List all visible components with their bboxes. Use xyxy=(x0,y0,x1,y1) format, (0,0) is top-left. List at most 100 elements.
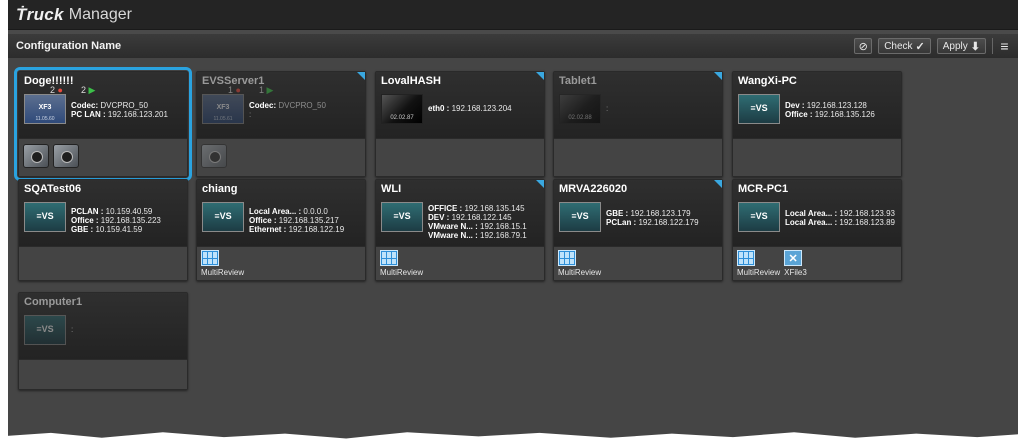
network-interface: Dev : 192.168.123.128 xyxy=(785,101,875,110)
check-button[interactable]: Check ✓ xyxy=(878,38,931,54)
device-card-header: MRVA226020 ≡VS GBE : 192.168.123.179 PCLan … xyxy=(554,180,722,246)
device-card-apps: MultiReview xyxy=(197,246,365,280)
device-card[interactable]: Tablet1 02.02.88: xyxy=(553,71,723,177)
evs-pc-thumbnail: ≡VS xyxy=(381,202,423,232)
device-card-header: SQATest06 ≡VS PCLAN : 10.159.40.59 Office :… xyxy=(19,180,187,246)
device-card[interactable]: LovalHASH 02.02.87 eth0 : 192.168.123.204 xyxy=(375,71,545,177)
thumbnail-version: 11.05.61 xyxy=(213,116,233,122)
device-card[interactable]: chiang ≡VS Local Area... : 0.0.0.0 Office :… xyxy=(196,179,366,281)
device-card[interactable]: Doge!!!!!! XF3 11.05.60 2 ● 2 ▶ Codec: DVCPRO… xyxy=(14,67,192,181)
corner-indicator xyxy=(536,72,544,80)
device-network-info: Local Area... : 0.0.0.0 Office : 192.168.… xyxy=(249,207,344,234)
interface-address: 192.168.123.89 xyxy=(839,218,895,227)
error-dot-icon: ● xyxy=(57,85,63,95)
device-card-header: Computer1 ≡VS: xyxy=(19,293,187,359)
xt-server-icon[interactable] xyxy=(53,144,79,168)
multireview-app[interactable]: MultiReview xyxy=(558,250,601,277)
link-button[interactable]: ⊘ xyxy=(854,38,873,54)
device-card-apps xyxy=(19,246,187,280)
thumbnail-label: ≡VS xyxy=(750,211,768,221)
interface-address: 192.168.135.126 xyxy=(814,110,875,119)
device-status: 2 ● 2 ▶ xyxy=(50,85,95,96)
interface-name: GBE : xyxy=(71,225,96,234)
app-label: MultiReview xyxy=(737,268,781,277)
interface-address: DVCPRO_50 xyxy=(100,101,148,110)
network-interface: DEV : 192.168.122.145 xyxy=(428,213,527,222)
interface-name: Office : xyxy=(71,216,101,225)
app-title: Manager xyxy=(68,5,132,23)
multireview-app[interactable]: MultiReview xyxy=(380,250,423,277)
error-dot-icon: ● xyxy=(235,85,241,95)
link-icon: ⊘ xyxy=(858,40,868,53)
interface-name: Ethernet : xyxy=(249,225,289,234)
xfile3-icon: ✕ xyxy=(784,250,803,266)
apply-button[interactable]: Apply ⬇ xyxy=(936,38,986,54)
interface-name: OFFICE : xyxy=(428,204,465,213)
device-card-apps: MultiReview ✕ XFile3 xyxy=(733,246,901,280)
device-card[interactable]: SQATest06 ≡VS PCLAN : 10.159.40.59 Office :… xyxy=(18,179,188,281)
interface-name: PC LAN : xyxy=(71,110,108,119)
device-name: chiang xyxy=(202,183,238,195)
interface-name: Local Area... : xyxy=(785,218,840,227)
device-card[interactable]: WLI ≡VS OFFICE : 192.168.135.145 DEV : 192.… xyxy=(375,179,545,281)
network-interface: Codec: DVCPRO_50 xyxy=(249,101,326,110)
interface-address: DVCPRO_50 xyxy=(278,101,326,110)
interface-name: Local Area... : xyxy=(785,209,840,218)
device-name: Tablet1 xyxy=(559,75,597,87)
interface-address: 192.168.123.128 xyxy=(806,101,867,110)
xfile3-app[interactable]: ✕ XFile3 xyxy=(784,250,807,277)
apply-button-label: Apply xyxy=(942,40,968,52)
xf3-server-thumbnail: XF3 11.05.61 xyxy=(202,94,244,124)
error-count: 1 ● xyxy=(228,85,241,95)
evs-pc-thumbnail: ≡VS xyxy=(738,94,780,124)
device-card-header: WLI ≡VS OFFICE : 192.168.135.145 DEV : 192.… xyxy=(376,180,544,246)
interface-name: GBE : xyxy=(606,209,631,218)
network-interface: OFFICE : 192.168.135.145 xyxy=(428,204,527,213)
network-interface: PCLan : 192.168.122.179 xyxy=(606,218,699,227)
device-name: Computer1 xyxy=(24,296,83,308)
multireview-app[interactable]: MultiReview xyxy=(201,250,244,277)
device-card[interactable]: Computer1 ≡VS: xyxy=(18,292,188,390)
device-network-info: : xyxy=(71,325,73,334)
network-interface: PCLAN : 10.159.40.59 xyxy=(71,207,161,216)
device-card-header: LovalHASH 02.02.87 eth0 : 192.168.123.204 xyxy=(376,72,544,138)
network-interface: Ethernet : 192.168.122.19 xyxy=(249,225,344,234)
corner-indicator xyxy=(357,72,365,80)
device-name: MRVA226020 xyxy=(559,183,628,195)
interface-address: 192.168.79.1 xyxy=(480,231,527,240)
check-button-label: Check xyxy=(884,40,913,52)
thumbnail-label: ≡VS xyxy=(571,211,589,221)
interface-address: 192.168.135.145 xyxy=(464,204,525,213)
multireview-app[interactable]: MultiReview xyxy=(737,250,780,277)
app-label: XFile3 xyxy=(784,268,807,277)
thumbnail-label: ≡VS xyxy=(750,103,768,113)
device-card[interactable]: MRVA226020 ≡VS GBE : 192.168.123.179 PCLan … xyxy=(553,179,723,281)
interface-address: : xyxy=(71,325,74,334)
xt-server-icon[interactable] xyxy=(201,144,227,168)
app-label: MultiReview xyxy=(201,268,245,277)
hamburger-menu-icon[interactable]: ≡ xyxy=(992,38,1012,54)
thumbnail-version: 02.02.87 xyxy=(390,115,414,121)
network-interface: Local Area... : 0.0.0.0 xyxy=(249,207,344,216)
interface-address: 192.168.123.201 xyxy=(107,110,168,119)
xt-server-icon[interactable] xyxy=(23,144,49,168)
xf3-server-thumbnail: XF3 11.05.60 xyxy=(24,94,66,124)
interface-address: 192.168.122.145 xyxy=(451,213,512,222)
interface-name: Local Area... : xyxy=(249,207,304,216)
evs-pc-thumbnail: ≡VS xyxy=(24,202,66,232)
device-card[interactable]: WangXi-PC ≡VS Dev : 192.168.123.128 Office … xyxy=(732,71,902,177)
app-label: MultiReview xyxy=(380,268,424,277)
network-interface: Office : 192.168.135.126 xyxy=(785,110,875,119)
interface-address: 192.168.135.217 xyxy=(278,216,339,225)
play-icon: ▶ xyxy=(266,85,274,95)
device-card-apps xyxy=(19,359,187,389)
check-icon: ✓ xyxy=(915,40,925,53)
network-interface: : xyxy=(606,104,608,113)
download-arrow-icon: ⬇ xyxy=(970,40,980,53)
device-name: MCR-PC1 xyxy=(738,183,789,195)
multireview-icon xyxy=(201,250,219,266)
thumbnail-label: ≡VS xyxy=(36,211,54,221)
interface-address: 0.0.0.0 xyxy=(303,207,328,216)
device-card[interactable]: EVSServer1 XF3 11.05.61 1 ● 1 ▶ Codec: DVCPRO… xyxy=(196,71,366,177)
device-card[interactable]: MCR-PC1 ≡VS Local Area... : 192.168.123.93… xyxy=(732,179,902,281)
